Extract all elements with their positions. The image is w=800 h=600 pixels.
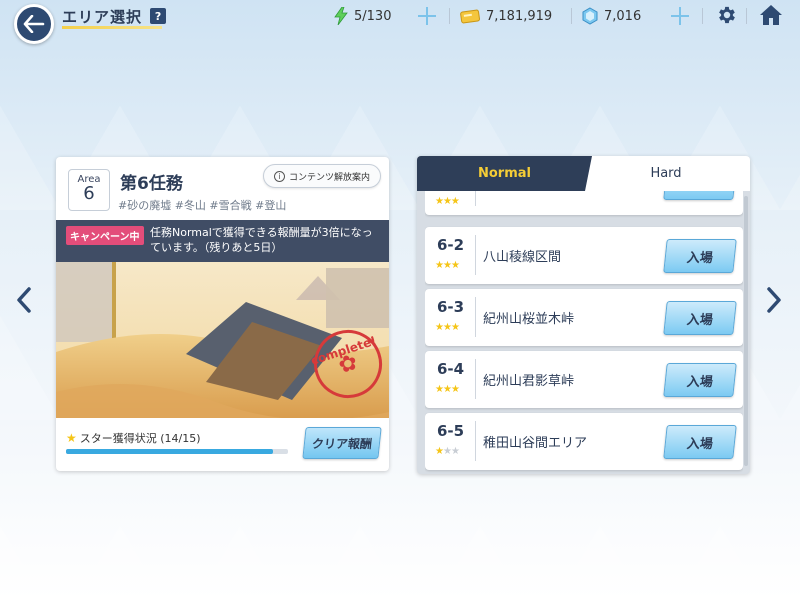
quest-number: 6-3 <box>437 298 465 316</box>
divider <box>449 8 450 24</box>
enter-button[interactable]: 入場 <box>663 239 737 273</box>
area-info-panel: Area 6 第6任務 i コンテンツ解放案内 #砂の廃墟 #冬山 #雪合戦 #… <box>56 157 389 471</box>
quest-number: 6-5 <box>437 422 465 440</box>
quest-name: 稚田山谷間エリア <box>483 436 588 451</box>
stamina-value: 5/130 <box>354 8 392 24</box>
gem-icon <box>582 7 598 25</box>
campaign-text: 任務Normalで獲得できる報酬量が3倍になっています。（残りあと5日） <box>150 226 373 254</box>
quest-number: 6-2 <box>437 236 465 254</box>
gem-value: 7,016 <box>604 8 642 24</box>
area-number: 6 <box>83 183 95 204</box>
add-gem-button[interactable] <box>670 6 690 26</box>
stamina-display: 5/130 <box>334 6 391 26</box>
mission-title: 第6任務 <box>120 174 183 194</box>
quest-name: 紀州山桜並木峠 <box>483 312 575 327</box>
credit-icon <box>460 9 480 24</box>
quest-divider <box>475 359 476 399</box>
star-status: ★ スター獲得状況 (14/15) <box>66 430 201 446</box>
area-illustration: complete! ✿ <box>56 262 389 418</box>
clear-reward-label: クリア報酬 <box>311 436 373 451</box>
enter-button[interactable]: 入場 <box>663 363 737 397</box>
info-icon: i <box>273 170 285 182</box>
help-icon[interactable]: ? <box>150 8 167 24</box>
quest-stars: ★★★ <box>435 446 460 457</box>
quest-stars: ★★★ <box>435 196 460 207</box>
next-area-button[interactable] <box>764 283 784 317</box>
tab-normal-label: Normal <box>478 166 531 181</box>
quest-row[interactable]: 6-3 ★★★ 紀州山桜並木峠 入場 <box>425 289 743 346</box>
quest-divider <box>475 235 476 275</box>
divider <box>746 8 747 24</box>
back-arrow-icon <box>23 15 45 33</box>
coin-display: 7,181,919 <box>460 6 552 26</box>
star-icon: ★ <box>66 431 77 445</box>
area-tags: #砂の廃墟 #冬山 #雪合戦 #登山 <box>118 199 287 212</box>
quest-name: 八山稜線区間 <box>483 250 562 265</box>
quest-divider <box>475 297 476 337</box>
divider <box>702 8 703 24</box>
campaign-badge: キャンペーン中 <box>66 226 144 245</box>
quest-row[interactable]: 6-5 ★★★ 稚田山谷間エリア 入場 <box>425 413 743 470</box>
enter-button-label: 入場 <box>685 250 714 266</box>
page-title-group: エリア選択 ? <box>62 4 167 28</box>
page-title: エリア選択 <box>62 7 143 26</box>
back-button[interactable] <box>14 4 54 44</box>
enter-button[interactable]: 入場 <box>663 301 737 335</box>
prev-area-button[interactable] <box>14 283 34 317</box>
chevron-right-icon <box>767 287 781 313</box>
difficulty-tabs: Hard Normal <box>417 156 750 191</box>
tab-hard[interactable]: Hard <box>582 156 750 191</box>
quest-list-scrollbar[interactable] <box>744 196 748 466</box>
divider <box>571 8 572 24</box>
settings-button[interactable] <box>716 4 738 30</box>
quest-stars: ★★★ <box>435 384 460 395</box>
home-icon <box>760 5 782 25</box>
campaign-banner: キャンペーン中 任務Normalで獲得できる報酬量が3倍になっています。（残りあ… <box>56 220 389 262</box>
coin-value: 7,181,919 <box>486 8 553 24</box>
enter-button-label: 入場 <box>685 312 714 328</box>
home-button[interactable] <box>759 4 783 30</box>
quest-row-partial: ★★★ <box>425 191 743 215</box>
quest-stars: ★★★ <box>435 260 460 271</box>
clear-reward-button[interactable]: クリア報酬 <box>302 427 382 459</box>
enter-button[interactable]: 入場 <box>663 425 737 459</box>
chevron-left-icon <box>17 287 31 313</box>
tab-normal[interactable]: Normal <box>417 156 592 191</box>
quest-name: 紀州山君影草峠 <box>483 374 575 389</box>
stamina-bolt-icon <box>334 7 348 25</box>
enter-button-label: 入場 <box>685 436 714 452</box>
content-unlock-guide-button[interactable]: i コンテンツ解放案内 <box>263 164 381 188</box>
quest-divider <box>475 421 476 461</box>
enter-button-label: 入場 <box>685 374 714 390</box>
star-status-text: スター獲得状況 (14/15) <box>79 432 201 445</box>
unlock-label: コンテンツ解放案内 <box>288 172 370 183</box>
enter-button[interactable] <box>663 191 737 200</box>
quest-list-panel: Hard Normal ★★★ 6-2 ★★★ 八山稜線区間 入場 6-3 ★★★ 紀州山桜… <box>417 156 750 474</box>
star-progress-fill <box>66 449 274 454</box>
star-progress-bar <box>66 449 288 454</box>
tab-hard-label: Hard <box>650 166 682 181</box>
quest-row[interactable]: 6-2 ★★★ 八山稜線区間 入場 <box>425 227 743 284</box>
quest-stars: ★★★ <box>435 322 460 333</box>
top-bar: エリア選択 ? 5/130 7,181,919 7,016 <box>0 0 800 44</box>
area-number-box: Area 6 <box>68 169 110 211</box>
gear-icon <box>719 6 735 24</box>
gem-display: 7,016 <box>582 6 641 26</box>
quest-divider <box>475 191 476 206</box>
quest-number: 6-4 <box>437 360 465 378</box>
add-stamina-button[interactable] <box>417 6 437 26</box>
title-underline <box>62 26 162 29</box>
quest-row[interactable]: 6-4 ★★★ 紀州山君影草峠 入場 <box>425 351 743 408</box>
quest-list: ★★★ 6-2 ★★★ 八山稜線区間 入場 6-3 ★★★ 紀州山桜並木峠 入場 6-4 ★★★ 紀… <box>425 191 743 474</box>
